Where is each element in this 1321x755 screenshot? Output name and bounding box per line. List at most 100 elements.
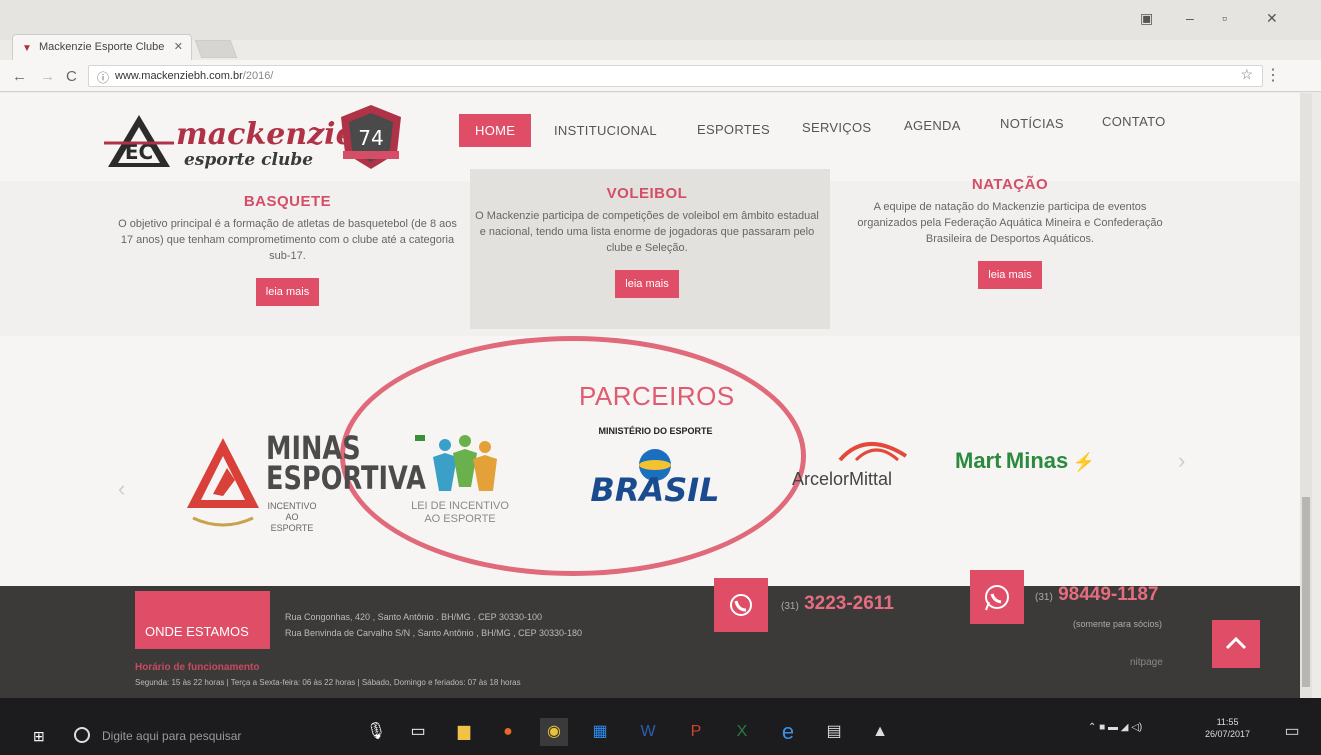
- lei-incentivo-figures-icon: [415, 435, 497, 491]
- sport-desc: O Mackenzie participa de competições de …: [475, 210, 819, 254]
- screen: ▣ – ▫ ✕ ▼ Mackenzie Esporte Clube ✕ ← → …: [0, 0, 1321, 755]
- sports-section: BASQUETE O objetivo principal é a formaç…: [0, 176, 1300, 336]
- partner-mart-minas[interactable]: Mart Minas ⚡: [955, 448, 1095, 474]
- edge-icon[interactable]: e: [774, 718, 802, 746]
- whatsapp-note: (somente para sócios): [1073, 619, 1163, 629]
- brasil-text: BRASIL: [590, 471, 719, 507]
- firefox-icon[interactable]: ●: [494, 718, 522, 746]
- carousel-next-icon[interactable]: ›: [1178, 448, 1185, 474]
- maximize-button[interactable]: ▫: [1222, 10, 1227, 26]
- phone-number[interactable]: (31) 3223-2611: [781, 593, 894, 615]
- forward-icon[interactable]: →: [40, 68, 55, 85]
- minas-text: Minas: [1005, 448, 1069, 473]
- leia-mais-button[interactable]: leia mais: [615, 270, 679, 298]
- address-bar: ← → C ⓘ www.mackenziebh.com.br/2016/ ☆ ⋮: [0, 60, 1321, 92]
- partner-minas-esportiva[interactable]: [183, 434, 263, 537]
- file-explorer-icon[interactable]: ▆: [450, 718, 478, 746]
- whatsapp-ddd: (31): [1035, 592, 1053, 603]
- scroll-to-top-button[interactable]: [1212, 620, 1260, 668]
- nav-institucional[interactable]: INSTITUCIONAL: [554, 123, 657, 138]
- logo-line1: mackenzie: [176, 117, 355, 152]
- mart-minas-mark-icon: ⚡: [1072, 452, 1096, 472]
- developer-brand[interactable]: nitpage: [1130, 657, 1163, 668]
- sport-card-voleibol: VOLEIBOL O Mackenzie participa de compet…: [472, 185, 822, 298]
- url-field[interactable]: ⓘ www.mackenziebh.com.br/2016/: [88, 65, 1263, 87]
- url-host: www.mackenziebh.com.br: [115, 70, 243, 82]
- sport-desc: O objetivo principal é a formação de atl…: [118, 218, 457, 262]
- chrome-icon[interactable]: ◉: [540, 718, 568, 746]
- site-footer: ONDE ESTAMOS Rua Congonhas, 420 , Santo …: [0, 570, 1300, 698]
- ministerio-text: MINISTÉRIO DO ESPORTE: [598, 426, 713, 436]
- word-icon[interactable]: W: [634, 718, 662, 746]
- reload-icon[interactable]: C: [66, 68, 77, 85]
- favicon-icon: ▼: [22, 43, 32, 54]
- nav-agenda[interactable]: AGENDA: [904, 118, 961, 133]
- phone-digits: 3223-2611: [804, 593, 894, 614]
- minas-sub: INCENTIVO AO ESPORTE: [267, 501, 317, 533]
- phone-icon: [714, 578, 768, 632]
- new-tab-button[interactable]: [194, 40, 238, 58]
- task-view-icon[interactable]: ▭: [404, 718, 432, 746]
- microphone-icon[interactable]: 🎙: [362, 718, 390, 746]
- nav-esportes[interactable]: ESPORTES: [697, 122, 770, 137]
- close-window-button[interactable]: ✕: [1266, 10, 1278, 27]
- notifications-icon[interactable]: ▭: [1278, 718, 1306, 746]
- browser-tab[interactable]: ▼ Mackenzie Esporte Clube ✕: [12, 34, 192, 60]
- leia-mais-button[interactable]: leia mais: [255, 278, 320, 306]
- partner-lei-incentivo[interactable]: LEI DE INCENTIVO AO ESPORTE: [405, 433, 515, 526]
- horario-title: Horário de funcionamento: [135, 662, 260, 673]
- partner-ministerio-esporte[interactable]: MINISTÉRIO DO ESPORTE BRASIL: [583, 426, 728, 512]
- club-logo-icon[interactable]: EC: [104, 113, 174, 169]
- address-line2: Rua Benvinda de Carvalho S/N , Santo Ant…: [285, 628, 583, 638]
- sport-title: VOLEIBOL: [606, 185, 688, 202]
- phone-ddd: (31): [781, 601, 799, 612]
- windows-start-icon[interactable]: ⊞: [33, 728, 45, 745]
- scrollbar-thumb[interactable]: [1302, 497, 1310, 687]
- store-icon[interactable]: ▦: [586, 718, 614, 746]
- club-logo-text[interactable]: mackenzie esporte clube: [176, 117, 355, 171]
- system-tray-icons[interactable]: ⌃ ■ ▬ ◢ ◁): [1088, 722, 1142, 733]
- browser-menu-icon[interactable]: ⋮: [1265, 65, 1281, 85]
- web-page: EC mackenzie esporte clube 74 HOME INSTI…: [0, 93, 1300, 698]
- bookmark-star-icon[interactable]: ☆: [1240, 66, 1253, 83]
- pdf-icon[interactable]: ▤: [820, 718, 848, 746]
- arcelor-text: ArcelorMittal: [792, 469, 893, 489]
- address-block: Rua Congonhas, 420 , Santo Antônio . BH/…: [285, 609, 582, 641]
- sport-card-basquete: BASQUETE O objetivo principal é a formaç…: [115, 193, 460, 306]
- whatsapp-digits: 98449-1187: [1058, 584, 1159, 605]
- window-titlebar: ▣ – ▫ ✕: [0, 0, 1321, 40]
- sport-title: BASQUETE: [243, 193, 332, 210]
- clock-time: 11:55: [1216, 717, 1239, 727]
- nav-servicos[interactable]: SERVIÇOS: [802, 120, 871, 135]
- nav-home[interactable]: HOME: [459, 114, 532, 147]
- tab-title: Mackenzie Esporte Clube: [39, 41, 165, 53]
- excel-icon[interactable]: X: [728, 718, 756, 746]
- lei-text: LEI DE INCENTIVO AO ESPORTE: [411, 500, 509, 525]
- minas-esportiva-text: MINAS ESPORTIVA INCENTIVO AO ESPORTE: [266, 432, 426, 534]
- whatsapp-number[interactable]: (31) 98449-1187: [1035, 584, 1158, 606]
- sport-title: NATAÇÃO: [971, 176, 1049, 193]
- brasil-globe-icon: BRASIL: [590, 449, 720, 509]
- powerpoint-icon[interactable]: P: [682, 718, 710, 746]
- account-icon[interactable]: ▣: [1140, 10, 1153, 27]
- url-path: /2016/: [242, 70, 274, 82]
- carousel-prev-icon[interactable]: ‹: [118, 476, 125, 502]
- minimize-button[interactable]: –: [1186, 10, 1194, 26]
- partners-title: PARCEIROS: [579, 381, 735, 411]
- taskbar-search[interactable]: Digite aqui para pesquisar: [66, 722, 346, 752]
- partner-arcelormittal[interactable]: ArcelorMittal: [792, 434, 916, 490]
- sport-card-natacao: NATAÇÃO A equipe de natação do Mackenzie…: [845, 176, 1175, 289]
- nav-contato[interactable]: CONTATO: [1102, 114, 1166, 129]
- taskbar-search-placeholder: Digite aqui para pesquisar: [102, 729, 242, 743]
- close-tab-icon[interactable]: ✕: [174, 40, 183, 53]
- badge-number: 74: [358, 126, 383, 150]
- logo-line2: esporte clube: [184, 150, 314, 170]
- mart-text: Mart: [955, 448, 1002, 473]
- site-header: EC mackenzie esporte clube 74 HOME INSTI…: [0, 93, 1300, 181]
- taskbar-clock[interactable]: 11:55 26/07/2017: [1205, 716, 1250, 740]
- leia-mais-button[interactable]: leia mais: [978, 261, 1042, 289]
- photos-icon[interactable]: ▲: [866, 718, 894, 746]
- nav-noticias[interactable]: NOTÍCIAS: [1000, 116, 1064, 131]
- back-icon[interactable]: ←: [12, 68, 27, 85]
- onde-estamos-block: ONDE ESTAMOS: [135, 591, 270, 649]
